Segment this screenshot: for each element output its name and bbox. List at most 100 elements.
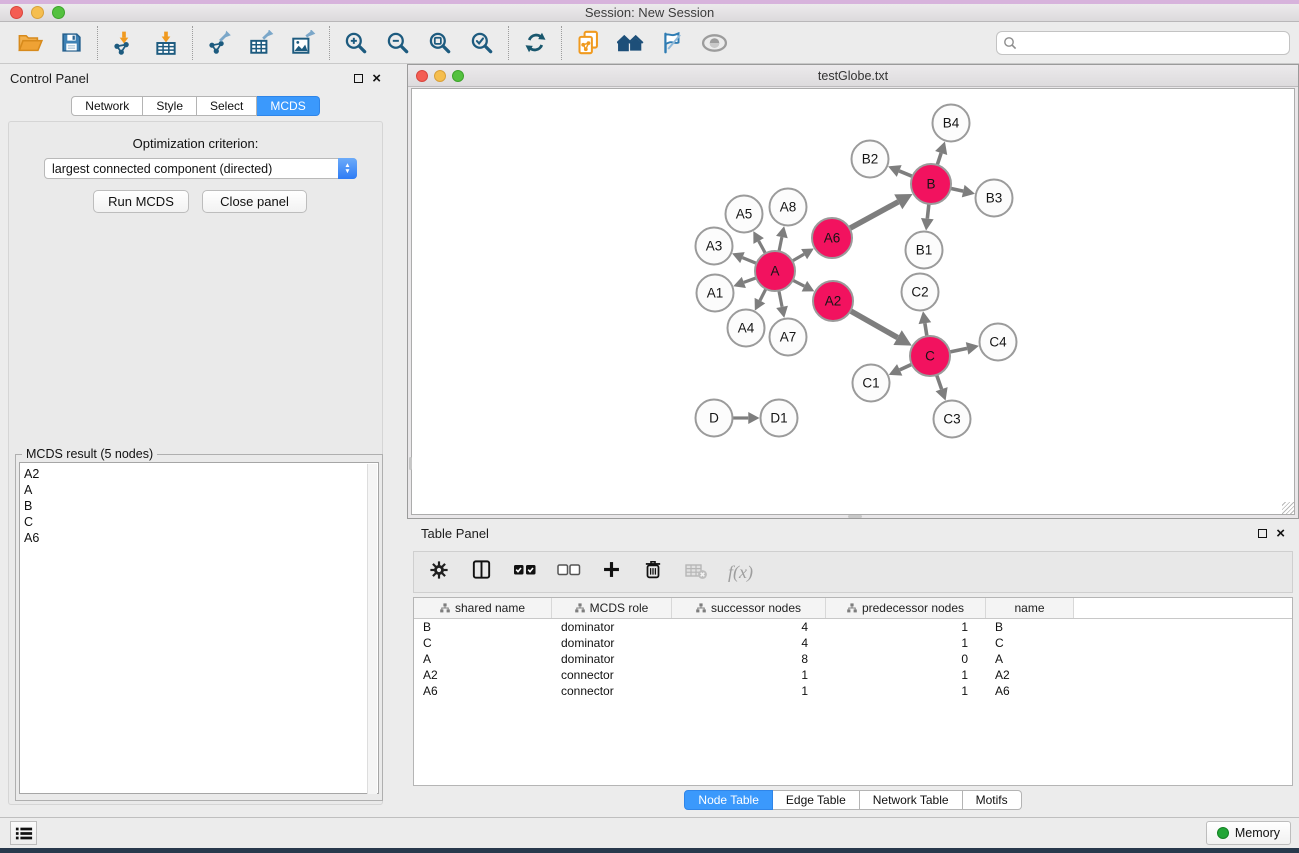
graph-edge-A-A7[interactable]	[776, 291, 788, 318]
columns-icon[interactable]	[470, 558, 493, 586]
graph-edge-A-A6[interactable]	[792, 249, 814, 261]
close-panel-icon[interactable]: ×	[372, 74, 381, 83]
graph-node-D[interactable]: D	[696, 400, 733, 437]
tab-select[interactable]: Select	[197, 96, 257, 116]
graph-node-C3[interactable]: C3	[934, 401, 971, 438]
tab-mcds[interactable]: MCDS	[257, 96, 319, 116]
graph-edge-C-C4[interactable]	[950, 342, 979, 354]
table-row[interactable]: Bdominator41B	[414, 619, 1292, 635]
zoom-out-icon[interactable]	[377, 25, 419, 61]
search-input[interactable]	[996, 31, 1290, 55]
graph-node-B[interactable]: B	[911, 164, 951, 204]
column-header-predecessor-nodes[interactable]: predecessor nodes	[826, 598, 986, 618]
graph-edge-B-B1[interactable]	[921, 204, 934, 231]
graph-node-D1[interactable]: D1	[761, 400, 798, 437]
graph-edge-C-C1[interactable]	[889, 364, 912, 376]
mcds-result-item[interactable]: A6	[24, 530, 378, 546]
close-panel-button[interactable]: Close panel	[202, 190, 307, 213]
table-row[interactable]: Cdominator41C	[414, 635, 1292, 651]
graph-node-A7[interactable]: A7	[770, 319, 807, 356]
tab-node-table[interactable]: Node Table	[684, 790, 773, 810]
graph-edge-B-B4[interactable]	[935, 142, 947, 165]
network-graph[interactable]: AA1A2A3A4A5A6A7A8BB1B2B3B4CC1C2C3C4DD1	[412, 89, 1294, 514]
graph-node-C[interactable]: C	[910, 336, 950, 376]
graph-edge-C-C2[interactable]	[919, 311, 932, 336]
graph-edge-A-A2[interactable]	[793, 280, 815, 291]
resize-grip[interactable]	[1282, 502, 1294, 514]
graph-node-B1[interactable]: B1	[906, 232, 943, 269]
graph-node-A4[interactable]: A4	[728, 310, 765, 347]
eye-icon[interactable]	[693, 25, 735, 61]
column-header-shared-name[interactable]: shared name	[414, 598, 552, 618]
graph-node-A6[interactable]: A6	[812, 218, 852, 258]
clone-network-icon[interactable]	[567, 25, 609, 61]
graph-node-B3[interactable]: B3	[976, 180, 1013, 217]
import-table-icon[interactable]	[145, 25, 187, 61]
graph-node-B2[interactable]: B2	[852, 141, 889, 178]
select-all-icon[interactable]	[513, 562, 537, 583]
graph-node-A1[interactable]: A1	[697, 275, 734, 312]
open-file-icon[interactable]	[8, 25, 50, 61]
tab-style[interactable]: Style	[143, 96, 197, 116]
home-icon[interactable]	[609, 25, 651, 61]
refresh-icon[interactable]	[514, 25, 556, 61]
zoom-fit-icon[interactable]	[419, 25, 461, 61]
zoom-in-icon[interactable]	[335, 25, 377, 61]
horizontal-scrollbar-thumb[interactable]	[848, 515, 862, 518]
optimization-criterion-select[interactable]: largest connected component (directed) ▲…	[44, 158, 357, 179]
graph-edge-C-C3[interactable]	[936, 375, 948, 401]
graph-node-B4[interactable]: B4	[933, 105, 970, 142]
save-session-icon[interactable]	[50, 25, 92, 61]
graph-node-C4[interactable]: C4	[980, 324, 1017, 361]
float-table-panel-icon[interactable]	[1258, 529, 1267, 538]
import-network-icon[interactable]	[103, 25, 145, 61]
graph-edge-A2-C[interactable]	[850, 311, 911, 346]
table-row[interactable]: A6connector11A6	[414, 683, 1292, 699]
column-header-name[interactable]: name	[986, 598, 1074, 618]
gear-icon[interactable]	[428, 559, 450, 586]
graph-edge-A-A1[interactable]	[733, 277, 756, 288]
graph-node-A8[interactable]: A8	[770, 189, 807, 226]
memory-button[interactable]: Memory	[1206, 821, 1291, 845]
tab-network-table[interactable]: Network Table	[860, 790, 963, 810]
task-history-button[interactable]	[10, 821, 37, 845]
table-row[interactable]: Adominator80A	[414, 651, 1292, 667]
table-row[interactable]: A2connector11A2	[414, 667, 1292, 683]
export-network-icon[interactable]	[198, 25, 240, 61]
mcds-result-item[interactable]: B	[24, 498, 378, 514]
zoom-selected-icon[interactable]	[461, 25, 503, 61]
graph-edge-A-A4[interactable]	[755, 289, 766, 311]
tab-network[interactable]: Network	[71, 96, 143, 116]
graph-edge-B-B3[interactable]	[951, 185, 975, 197]
tab-motifs[interactable]: Motifs	[963, 790, 1022, 810]
tab-edge-table[interactable]: Edge Table	[773, 790, 860, 810]
graph-node-A[interactable]: A	[755, 251, 795, 291]
mcds-list-scrollbar[interactable]	[367, 464, 377, 794]
function-builder-icon[interactable]: f(x)	[728, 562, 753, 583]
graph-node-A2[interactable]: A2	[813, 281, 853, 321]
graph-node-A5[interactable]: A5	[726, 196, 763, 233]
graph-edge-A-A5[interactable]	[753, 231, 765, 253]
graph-edge-A-A3[interactable]	[732, 252, 756, 263]
delete-table-icon[interactable]	[684, 558, 708, 587]
graph-edge-B-B2[interactable]	[888, 165, 912, 177]
close-table-panel-icon[interactable]: ×	[1276, 529, 1285, 538]
mcds-result-item[interactable]: A2	[24, 466, 378, 482]
graph-node-C2[interactable]: C2	[902, 274, 939, 311]
add-column-icon[interactable]	[601, 559, 622, 585]
column-header-successor-nodes[interactable]: successor nodes	[672, 598, 826, 618]
network-canvas[interactable]: AA1A2A3A4A5A6A7A8BB1B2B3B4CC1C2C3C4DD1	[411, 88, 1295, 515]
export-table-icon[interactable]	[240, 25, 282, 61]
graph-edge-A6-B[interactable]	[850, 194, 913, 228]
graphics-details-icon[interactable]	[651, 25, 693, 61]
run-mcds-button[interactable]: Run MCDS	[93, 190, 189, 213]
vertical-scrollbar-thumb[interactable]	[409, 457, 412, 470]
float-panel-icon[interactable]	[354, 74, 363, 83]
column-header-MCDS-role[interactable]: MCDS role	[552, 598, 672, 618]
mcds-result-item[interactable]: C	[24, 514, 378, 530]
graph-edge-D-D1[interactable]	[733, 412, 760, 424]
graph-node-C1[interactable]: C1	[853, 365, 890, 402]
graph-edge-A-A8[interactable]	[776, 226, 788, 251]
deselect-all-icon[interactable]	[557, 562, 581, 583]
delete-column-icon[interactable]	[642, 559, 664, 586]
